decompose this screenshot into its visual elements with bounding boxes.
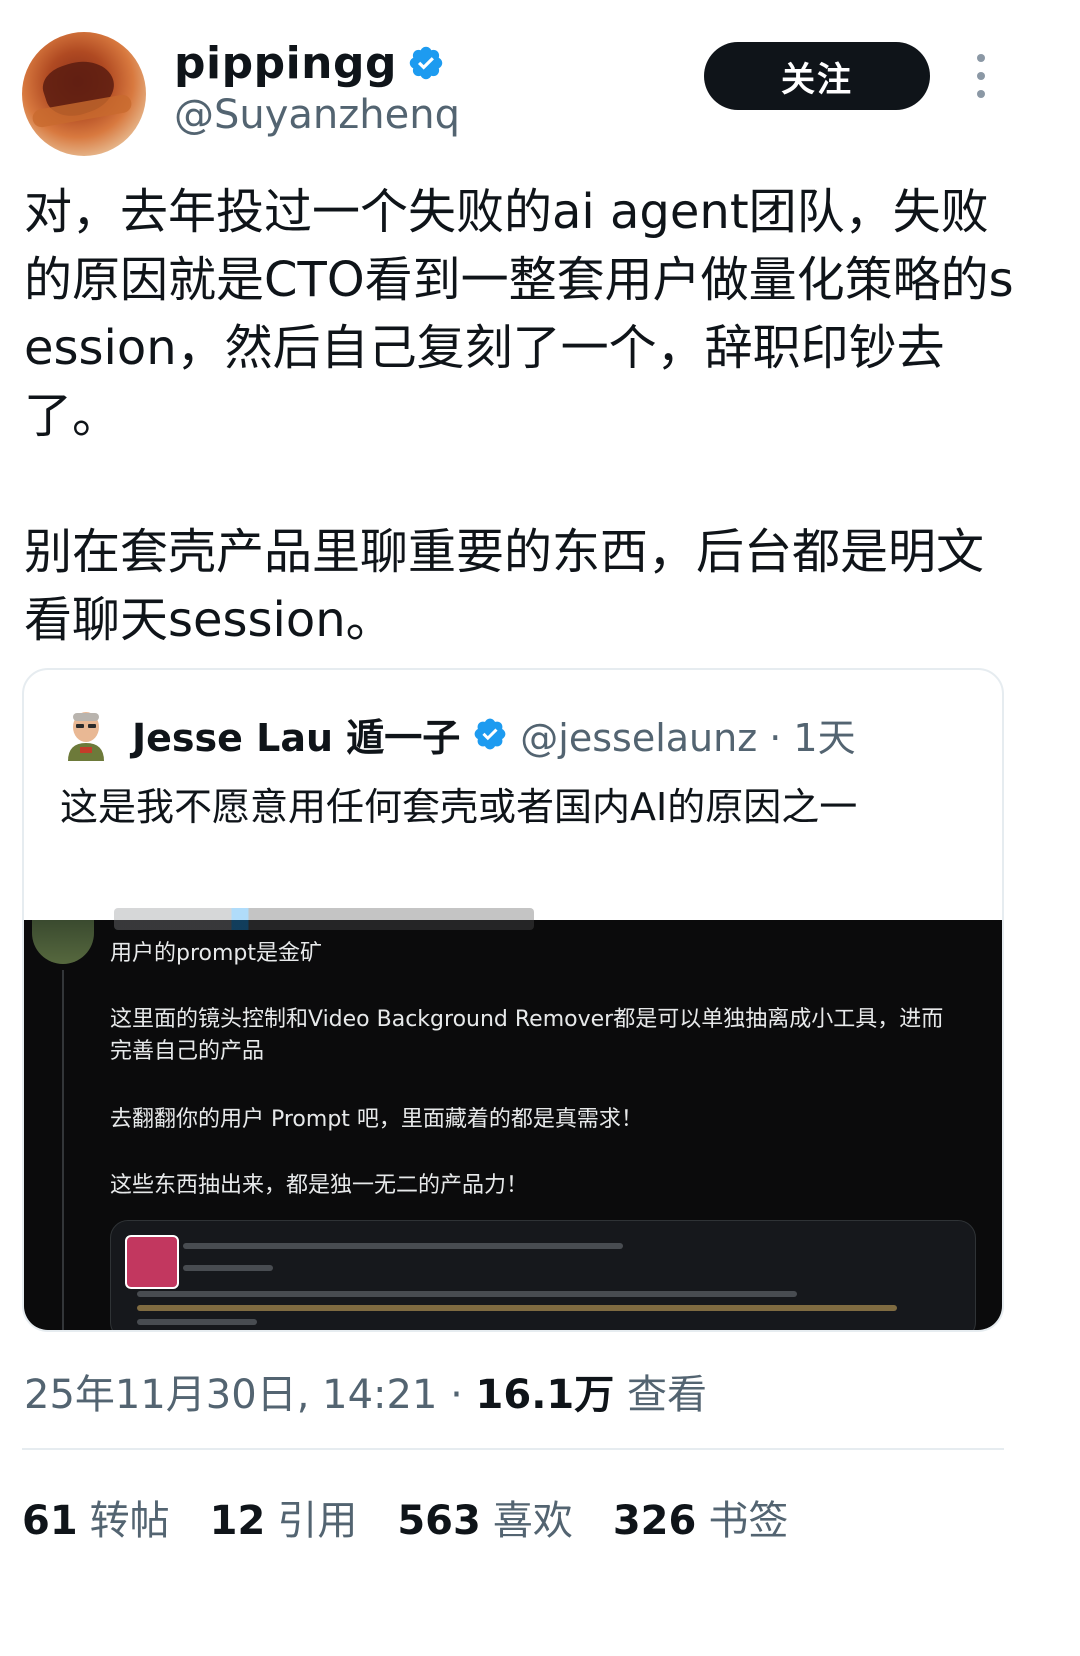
code-line <box>183 1265 273 1271</box>
author-handle[interactable]: @Suyanzhenq <box>174 92 460 138</box>
quotes-count: 12 <box>209 1498 266 1544</box>
tweet-text: 对，去年投过一个失败的ai agent团队，失败的原因就是CTO看到一整套用户做… <box>24 184 1014 648</box>
engagement-stats: 61 转帖 12 引用 563 喜欢 326 书签 <box>22 1488 828 1546</box>
views-count: 16.1万 <box>475 1372 615 1418</box>
author-avatar[interactable] <box>22 32 146 156</box>
code-line <box>137 1319 257 1325</box>
embedded-cropped-header <box>114 908 534 930</box>
more-dot <box>977 90 985 98</box>
bookmarks-label: 书签 <box>708 1498 789 1544</box>
author-name-text[interactable]: pippingg <box>174 38 397 89</box>
reposts-count: 61 <box>22 1498 78 1544</box>
author-display-name[interactable]: pippingg <box>174 38 445 89</box>
bookmarks-count: 326 <box>612 1498 697 1544</box>
more-dot <box>977 54 985 62</box>
tweet-timestamp[interactable]: 25年11月30日, 14:21 · <box>24 1372 476 1418</box>
quotes-label: 引用 <box>277 1498 358 1544</box>
tweet-page: pippingg @Suyanzhenq 关注 对，去年投过一个失败的ai ag… <box>0 0 1080 1656</box>
quoted-tweet-card[interactable]: Jesse Lau 遁一子 @jesselaunz · 1天 这是我不愿意用任何… <box>22 668 1004 1332</box>
tweet-timestamp-views: 25年11月30日, 14:21 · 16.1万 查看 <box>24 1362 707 1420</box>
divider <box>22 1448 1004 1450</box>
quoted-tweet-image[interactable]: 用户的prompt是金矿 这里面的镜头控制和Video Background R… <box>24 908 1002 1330</box>
follow-button[interactable]: 关注 <box>704 42 930 110</box>
code-line <box>137 1291 797 1297</box>
quoted-author-avatar[interactable] <box>62 707 110 761</box>
embedded-thumbnail <box>125 1235 179 1289</box>
embedded-text-line: 这些东西抽出来，都是独一无二的产品力！ <box>110 1173 529 1198</box>
likes-label: 喜欢 <box>492 1498 573 1544</box>
more-options-icon[interactable] <box>966 54 996 98</box>
quoted-tweet-text: 这是我不愿意用任何套壳或者国内AI的原因之一 <box>60 785 858 829</box>
likes-stat[interactable]: 563 喜欢 <box>397 1488 573 1546</box>
embedded-text-line: 去翻翻你的用户 Prompt 吧，里面藏着的都是真需求！ <box>110 1107 643 1132</box>
more-dot <box>977 72 985 80</box>
views-label: 查看 <box>614 1372 707 1418</box>
bookmarks-stat[interactable]: 326 书签 <box>613 1488 789 1546</box>
verified-badge-icon <box>409 46 443 80</box>
code-line <box>137 1305 897 1311</box>
verified-badge-icon <box>474 718 506 750</box>
embedded-code-block <box>110 1220 976 1330</box>
quotes-stat[interactable]: 12 引用 <box>210 1488 358 1546</box>
tweet-header: pippingg @Suyanzhenq 关注 <box>22 28 1058 158</box>
embedded-avatar <box>32 920 94 964</box>
quoted-author-name[interactable]: Jesse Lau 遁一子 <box>132 707 460 762</box>
reposts-stat[interactable]: 61 转帖 <box>22 1488 170 1546</box>
quoted-author-handle-time[interactable]: @jesselaunz · 1天 <box>520 707 855 762</box>
embedded-text-line: 用户的prompt是金矿 <box>110 941 323 966</box>
code-line <box>183 1243 623 1249</box>
embedded-text-line: 这里面的镜头控制和Video Background Remover都是可以单独抽… <box>110 1007 944 1064</box>
quoted-tweet-header: Jesse Lau 遁一子 @jesselaunz · 1天 <box>62 704 856 764</box>
embedded-thread-line <box>62 970 64 1330</box>
reposts-label: 转帖 <box>89 1498 170 1544</box>
likes-count: 563 <box>397 1498 481 1544</box>
